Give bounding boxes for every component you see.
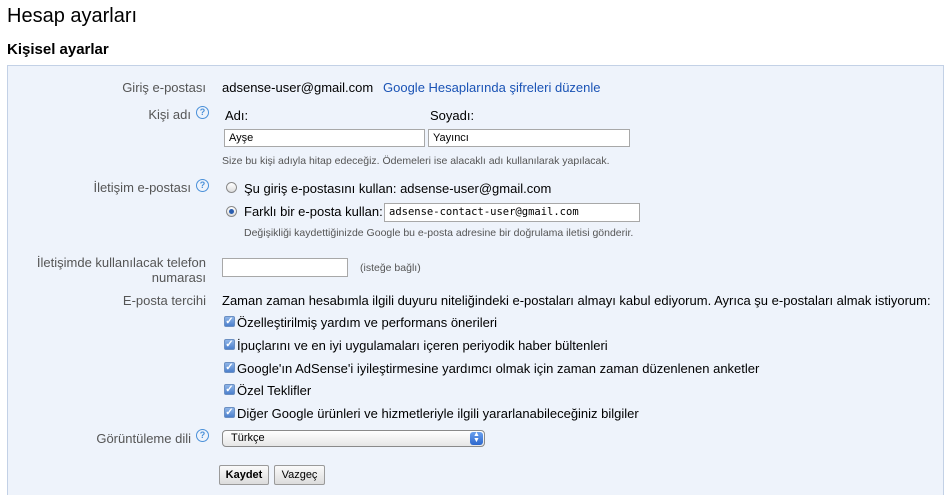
display-language-label: Görüntüleme dili: [96, 431, 191, 446]
help-icon[interactable]: ?: [196, 179, 209, 192]
pref-option-label[interactable]: Özelleştirilmiş yardım ve performans öne…: [237, 315, 497, 330]
pref-checkbox[interactable]: ✓: [224, 384, 235, 395]
updown-arrows-icon: ▲ ▼: [470, 431, 483, 445]
page-title: Hesap ayarları: [7, 5, 138, 27]
phone-optional-hint: (isteğe bağlı): [360, 262, 421, 274]
check-icon: ✓: [225, 316, 234, 327]
pref-option-label[interactable]: Diğer Google ürünleri ve hizmetleriyle i…: [237, 406, 639, 421]
pref-option-label[interactable]: Özel Teklifler: [237, 383, 311, 398]
cancel-button[interactable]: Vazgeç: [274, 465, 325, 485]
help-icon[interactable]: ?: [196, 429, 209, 442]
pref-checkbox[interactable]: ✓: [224, 339, 235, 350]
name-help-text: Size bu kişi adıyla hitap edeceğiz. Ödem…: [222, 155, 610, 167]
last-name-field[interactable]: Yayıncı: [428, 129, 630, 147]
use-other-email-radio[interactable]: [226, 206, 237, 217]
pref-option-label[interactable]: İpuçlarını ve en iyi uygulamaları içeren…: [237, 338, 608, 353]
email-pref-intro: Zaman zaman hesabımla ilgili duyuru nite…: [222, 293, 931, 308]
phone-label-line1: İletişimde kullanılacak telefon: [36, 255, 206, 270]
pref-checkbox[interactable]: ✓: [224, 316, 235, 327]
pref-checkbox[interactable]: ✓: [224, 362, 235, 373]
save-button[interactable]: Kaydet: [219, 465, 269, 485]
check-icon: ✓: [225, 384, 234, 395]
contact-email-field[interactable]: adsense-contact-user@gmail.com: [384, 203, 640, 222]
first-name-label: Adı:: [225, 108, 249, 123]
person-name-label: Kişi adı: [148, 107, 191, 122]
check-icon: ✓: [225, 362, 234, 373]
check-icon: ✓: [225, 339, 234, 350]
email-pref-label: E-posta tercihi: [122, 293, 206, 308]
use-login-email-radio[interactable]: [226, 182, 237, 193]
contact-email-label: İletişim e-postası: [93, 180, 191, 195]
check-icon: ✓: [225, 407, 234, 418]
login-email-value: adsense-user@gmail.com: [222, 80, 374, 95]
section-title: Kişisel ayarlar: [7, 41, 109, 58]
use-login-email-label[interactable]: Şu giriş e-postasını kullan: adsense-use…: [244, 181, 551, 196]
contact-email-note: Değişikliği kaydettiğinizde Google bu e-…: [244, 227, 634, 239]
edit-passwords-link[interactable]: Google Hesaplarında şifreleri düzenle: [383, 80, 601, 95]
phone-field[interactable]: [222, 258, 348, 277]
phone-label: İletişimde kullanılacak telefon numarası: [37, 255, 206, 285]
login-email-label: Giriş e-postası: [122, 80, 206, 95]
pref-option-label[interactable]: Google'ın AdSense'i iyileştirmesine yard…: [237, 361, 759, 376]
phone-label-line2: numarası: [151, 270, 206, 285]
pref-checkbox[interactable]: ✓: [224, 407, 235, 418]
help-icon[interactable]: ?: [196, 106, 209, 119]
display-language-value: Türkçe: [231, 432, 265, 444]
use-other-email-label[interactable]: Farklı bir e-posta kullan:: [244, 204, 383, 219]
last-name-label: Soyadı:: [430, 108, 475, 123]
first-name-field[interactable]: Ayşe: [224, 129, 425, 147]
display-language-select[interactable]: Türkçe ▲ ▼: [222, 430, 485, 447]
